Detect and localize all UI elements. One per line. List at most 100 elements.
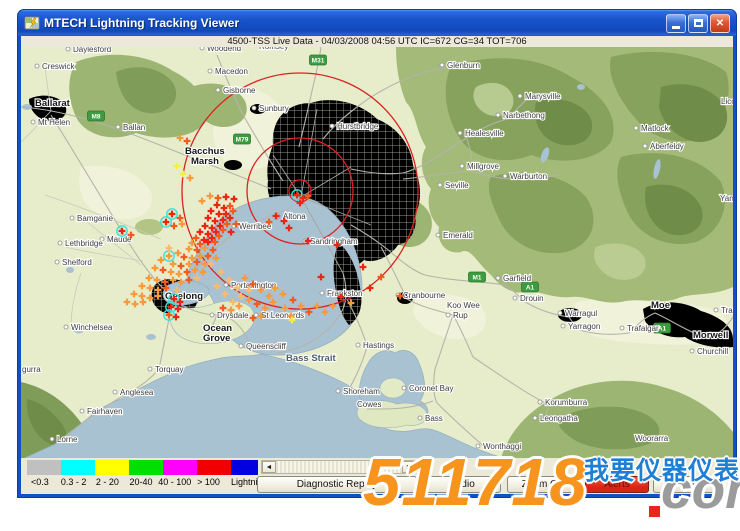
app-window: MTECH Lightning Tracking Viewer ✕ 4500-T… — [18, 10, 736, 497]
town-marker — [634, 126, 638, 130]
town-marker — [66, 47, 70, 51]
town-marker — [336, 389, 340, 393]
map-label: Geelong — [165, 291, 203, 302]
legend-label: <0.3 — [23, 477, 57, 487]
map-label: Matlock — [641, 124, 670, 133]
map-label: Koo Wee — [447, 301, 480, 310]
map-viewport[interactable]: M8M79M31M1A1A1 DaylesfordCreswickBallara… — [21, 47, 733, 458]
map-label: Frankston — [327, 289, 363, 298]
map-label: Lorne — [57, 435, 78, 444]
map-label: Leongatha — [540, 414, 578, 423]
town-marker — [418, 416, 422, 420]
maximize-button[interactable] — [688, 14, 708, 33]
map-label: Gisborne — [223, 86, 256, 95]
road-shield-label: M8 — [91, 114, 100, 121]
minimize-button[interactable] — [666, 14, 686, 33]
town-marker — [714, 308, 718, 312]
history-scrollbar[interactable]: ◄ ► — [261, 460, 417, 474]
town-marker — [50, 437, 54, 441]
town-marker — [70, 216, 74, 220]
map-label: Woodend — [207, 47, 241, 53]
map-label: Healesville — [465, 129, 504, 138]
town-marker — [438, 183, 442, 187]
map-label: Seville — [445, 181, 469, 190]
map-label: Glenburn — [447, 61, 480, 70]
map-label: Cranbourne — [403, 291, 446, 300]
town-marker — [208, 69, 212, 73]
legend-label: 0.3 - 2 — [57, 477, 91, 487]
reset-button[interactable]: Reset — [653, 476, 731, 493]
map-label: St Leonards — [261, 311, 304, 320]
map-label: Werribee — [239, 222, 272, 231]
live-data-status: 4500-TSS Live Data - 04/03/2008 04:56 UT… — [21, 36, 733, 47]
town-marker — [80, 409, 84, 413]
map-label: Sunbury — [259, 104, 289, 113]
map-label: Yarragon — [568, 322, 600, 331]
map-label: Licola — [721, 97, 733, 106]
town-marker — [496, 276, 500, 280]
map-label: Altona — [283, 212, 306, 221]
map-label: Bamganie — [77, 214, 114, 223]
legend-label: 20-40 — [124, 477, 158, 487]
map-label: Trafalgar — [627, 324, 659, 333]
town-marker — [216, 88, 220, 92]
legend-label: 40 - 100 — [158, 477, 192, 487]
map-label: Morwell — [693, 330, 728, 341]
road-shield-label: M1 — [472, 275, 481, 282]
map-label: Warburton — [510, 172, 547, 181]
town-marker — [458, 131, 462, 135]
town-marker — [503, 174, 507, 178]
map-label: Garfield — [503, 274, 531, 283]
map-label: Wonthaggi — [483, 442, 521, 451]
town-marker — [31, 120, 35, 124]
lightning-map[interactable]: M8M79M31M1A1A1 DaylesfordCreswickBallara… — [21, 47, 733, 458]
town-marker — [254, 313, 258, 317]
legend-segment — [231, 460, 258, 475]
legend-label: > 100 — [192, 477, 226, 487]
town-marker — [561, 324, 565, 328]
zoom-out-button[interactable]: Zoom Out — [507, 476, 581, 493]
map-label: Narbethong — [503, 111, 545, 120]
map-label: Bass Strait — [286, 353, 336, 364]
map-label: Cowes — [357, 400, 381, 409]
town-marker — [252, 106, 256, 110]
map-label: Coronet Bay — [409, 384, 453, 393]
town-marker — [356, 343, 360, 347]
title-bar[interactable]: MTECH Lightning Tracking Viewer ✕ — [18, 10, 736, 36]
map-label: Emerald — [443, 231, 473, 240]
map-label: Moe — [651, 300, 670, 311]
town-marker — [496, 113, 500, 117]
town-marker — [513, 296, 517, 300]
town-marker — [402, 386, 406, 390]
alerts-button[interactable]: Alerts — [585, 476, 649, 493]
scroll-left-arrow[interactable]: ◄ — [262, 461, 276, 473]
town-marker — [440, 63, 444, 67]
town-marker — [558, 311, 562, 315]
map-label: Drouin — [520, 294, 544, 303]
intensity-legend-labels: <0.30.3 - 22 - 2020-4040 - 100> 100Light… — [23, 477, 273, 487]
legend-segment — [197, 460, 231, 475]
town-marker — [690, 349, 694, 353]
scroll-right-arrow[interactable]: ► — [402, 461, 416, 473]
map-label: Shoreham — [343, 387, 380, 396]
map-label: gurra — [22, 365, 41, 374]
map-label: Ballan — [123, 123, 145, 132]
town-marker — [476, 444, 480, 448]
diagnostic-replay-button[interactable]: Diagnostic Replay — [257, 476, 417, 493]
app-icon — [24, 15, 40, 31]
town-marker — [210, 313, 214, 317]
map-label: Mt Helen — [38, 118, 70, 127]
town-marker — [533, 416, 537, 420]
map-label: Torquay — [155, 365, 183, 374]
map-label: Drysdale — [217, 311, 249, 320]
map-label: Winchelsea — [71, 323, 113, 332]
map-label: Lethbridge — [65, 239, 103, 248]
map-label: Shelford — [62, 258, 92, 267]
map-label: Marsh — [191, 156, 219, 167]
town-marker — [330, 124, 334, 128]
audio-button[interactable]: Audio — [423, 476, 501, 493]
map-label: Macedon — [215, 67, 248, 76]
map-label: Romsey — [259, 47, 288, 51]
close-button[interactable]: ✕ — [710, 14, 730, 33]
legend-label: 2 - 20 — [90, 477, 124, 487]
